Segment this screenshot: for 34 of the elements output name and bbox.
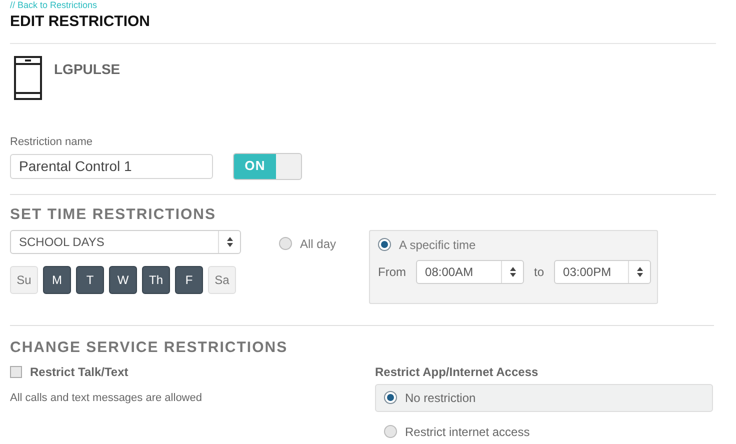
from-label: From bbox=[378, 264, 406, 280]
radio-button[interactable] bbox=[378, 238, 392, 251]
spinner-icon bbox=[510, 266, 516, 276]
field-label: Restriction name bbox=[10, 135, 93, 150]
spinner-icon bbox=[226, 236, 232, 246]
phone-icon bbox=[14, 56, 42, 100]
radio-label: A specific time bbox=[399, 236, 476, 254]
internet-heading: Restrict App/Internet Access bbox=[375, 364, 538, 380]
checkbox[interactable] bbox=[10, 366, 22, 378]
radio-button[interactable] bbox=[384, 425, 397, 438]
section-heading: CHANGE SERVICE RESTRICTIONS bbox=[10, 338, 288, 356]
day-toggle[interactable]: F bbox=[175, 266, 203, 294]
access-option[interactable]: Restrict internet access bbox=[375, 418, 713, 444]
section-heading: SET TIME RESTRICTIONS bbox=[10, 206, 216, 224]
device-name: LGPULSE bbox=[54, 60, 120, 79]
day-toggle[interactable]: Sa bbox=[208, 266, 236, 294]
day-toggle[interactable]: Su bbox=[10, 266, 38, 294]
to-time-select[interactable]: 03:00PM bbox=[554, 260, 652, 284]
day-toggle[interactable]: T bbox=[76, 266, 104, 294]
restriction-name-field[interactable]: Parental Control 1 bbox=[10, 154, 213, 178]
radio-button[interactable] bbox=[384, 391, 397, 404]
page-title: EDIT RESTRICTION bbox=[10, 12, 152, 32]
day-toggle[interactable]: M bbox=[43, 266, 71, 294]
talk-text-note: All calls and text messages are allowed bbox=[10, 390, 202, 406]
radio-button[interactable] bbox=[279, 236, 292, 250]
schedule-select[interactable]: SCHOOL DAYS bbox=[10, 230, 241, 254]
from-time-select[interactable]: 08:00AM bbox=[416, 260, 524, 284]
radio-label: All day bbox=[300, 236, 336, 252]
day-toggle[interactable]: W bbox=[109, 266, 137, 294]
spinner-icon bbox=[636, 266, 643, 276]
to-label: to bbox=[534, 264, 544, 280]
day-toggle[interactable]: Th bbox=[142, 266, 170, 294]
checkbox-label: Restrict Talk/Text bbox=[30, 364, 128, 380]
access-option[interactable]: No restriction bbox=[375, 384, 713, 412]
